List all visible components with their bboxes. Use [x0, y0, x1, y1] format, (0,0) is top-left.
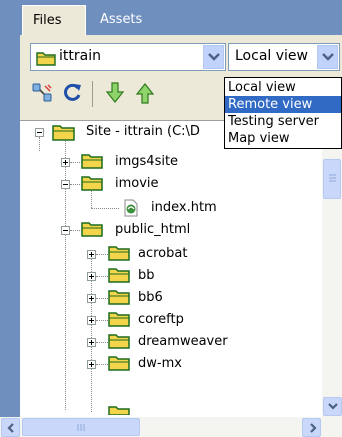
vertical-scroll-thumb[interactable]	[323, 159, 341, 199]
scroll-down-button[interactable]	[323, 397, 342, 416]
horizontal-scroll-thumb[interactable]	[22, 418, 140, 436]
chevron-down-icon	[328, 403, 338, 410]
file-tree: Site - ittrain (C:\D imgs4site imovie in…	[20, 120, 322, 418]
refresh-button[interactable]	[60, 80, 86, 106]
tree-item-bb[interactable]: bb	[20, 253, 322, 283]
view-select-value: Local view	[235, 48, 308, 64]
grip-icon	[77, 424, 85, 431]
site-select-dropdown-button[interactable]	[203, 45, 224, 69]
refresh-icon	[64, 83, 81, 101]
panel-left-edge	[0, 0, 20, 437]
site-folder-icon	[52, 125, 75, 141]
tree-item-dw-mx[interactable]: dw-mx	[20, 341, 322, 371]
folder-icon	[36, 52, 56, 66]
tab-assets[interactable]: Assets	[90, 5, 158, 35]
tree-root-label: Site - ittrain (C:\D	[86, 124, 200, 139]
toolbar-separator	[92, 81, 93, 107]
tab-files[interactable]: Files	[22, 5, 86, 35]
put-icon	[135, 83, 155, 104]
tree-item-coreftp[interactable]: coreftp	[20, 297, 322, 327]
folder-icon	[108, 356, 130, 371]
expand-icon[interactable]	[87, 360, 96, 369]
get-icon	[105, 82, 125, 103]
tree-item-acrobat[interactable]: acrobat	[20, 231, 322, 261]
view-select[interactable]: Local view	[228, 43, 340, 71]
view-select-dropdown-button[interactable]	[317, 45, 338, 69]
scroll-left-button[interactable]	[1, 418, 20, 437]
site-select[interactable]: ittrain	[30, 43, 226, 71]
site-select-value: ittrain	[59, 48, 101, 64]
chevron-right-icon	[310, 423, 317, 433]
chevron-down-icon	[322, 53, 334, 61]
view-option-local[interactable]: Local view	[225, 79, 341, 96]
tree-item-imovie[interactable]: imovie	[20, 165, 322, 191]
files-panel: Files Assets ittrain Local view Local vi…	[0, 0, 342, 437]
grip-icon	[329, 174, 336, 182]
folder-icon	[108, 406, 130, 415]
view-option-remote[interactable]: Remote view	[225, 96, 341, 113]
view-dropdown-list: Local view Remote view Testing server Ma…	[224, 77, 342, 149]
put-button[interactable]	[132, 80, 158, 106]
horizontal-scrollbar[interactable]	[0, 417, 342, 437]
scroll-right-button[interactable]	[302, 418, 321, 437]
tree-item-index-htm[interactable]: index.htm	[20, 187, 322, 217]
view-option-map[interactable]: Map view	[225, 130, 341, 147]
tree-item-dreamweaver[interactable]: dreamweaver	[20, 319, 322, 349]
chevron-left-icon	[7, 423, 14, 433]
collapse-icon[interactable]	[35, 128, 44, 137]
view-option-testing[interactable]: Testing server	[225, 113, 341, 130]
tree-item-public-html[interactable]: public_html	[20, 209, 322, 237]
chevron-down-icon	[208, 53, 220, 61]
vertical-scrollbar[interactable]	[322, 120, 342, 417]
tree-item-bb6[interactable]: bb6	[20, 275, 322, 305]
connect-button[interactable]	[30, 80, 56, 106]
tree-item-label: dw-mx	[138, 356, 182, 371]
connect-icon	[32, 83, 52, 102]
get-button[interactable]	[102, 80, 128, 106]
